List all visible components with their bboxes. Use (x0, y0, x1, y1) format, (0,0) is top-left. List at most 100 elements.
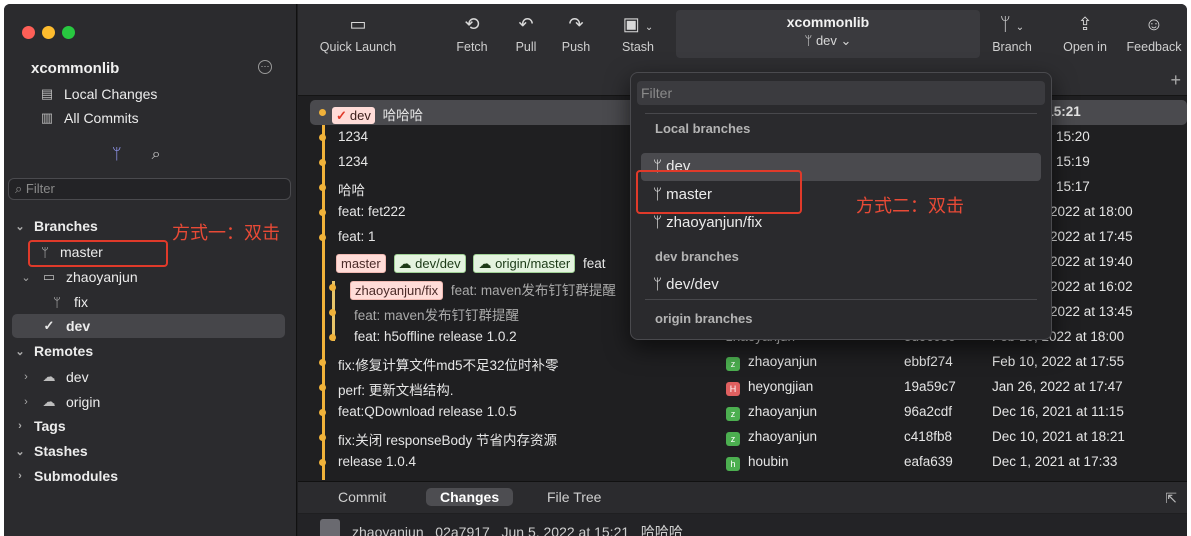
local-changes-item[interactable]: ▤ Local Changes (38, 82, 158, 106)
stash-button[interactable]: ▣ ⌄ Stash (616, 12, 660, 54)
search-icon: ⌕ (15, 181, 26, 196)
sidebar: xcommonlib ⋯ ▤ Local Changes ▥ All Commi… (4, 4, 297, 536)
branch-icon: ᛘ ⌄ (999, 14, 1025, 34)
divider (645, 113, 1037, 114)
tags-section[interactable]: › Tags (12, 414, 66, 438)
sidebar-remote-origin[interactable]: › ☁ origin (18, 390, 100, 414)
avatar: h (726, 457, 740, 471)
local-branches-header: Local branches (655, 121, 751, 136)
feedback-button[interactable]: ☺ Feedback (1124, 12, 1184, 54)
stash-icon: ▣ ⌄ (622, 14, 654, 34)
external-open-icon[interactable]: ⇱ (1165, 490, 1177, 507)
annotation-method-one: 方式一：双击 (172, 223, 280, 243)
commit-row[interactable]: feat:QDownload release 1.0.5 z zhaoyanjun… (298, 400, 1187, 425)
tab-file-tree[interactable]: File Tree (533, 488, 615, 506)
submodules-header: Submodules (34, 468, 119, 484)
current-branch-selector[interactable]: ᛘ dev ⌄ (676, 33, 980, 49)
open-in-button[interactable]: ⇪ Open in (1058, 12, 1112, 54)
dev-branches-header: dev branches (655, 249, 739, 264)
commit-dot (319, 234, 326, 241)
commit-dot (319, 159, 326, 166)
sidebar-filter-input[interactable]: ⌕ Filter (8, 178, 291, 200)
folder-icon: ▭ (42, 269, 56, 284)
branches-header: Branches (34, 218, 98, 234)
stashes-section[interactable]: ⌄ Stashes (12, 439, 88, 463)
dropdown-branch-dev-dev[interactable]: ᛘ dev/dev (641, 271, 1041, 299)
sidebar-remote-dev[interactable]: › ☁ dev (18, 365, 88, 389)
repo-name: xcommonlib (31, 60, 120, 77)
stashes-header: Stashes (34, 443, 88, 459)
branch-tag-origin-master: ☁ origin/master (473, 254, 576, 273)
repo-title-block[interactable]: xcommonlib ᛘ dev ⌄ (676, 10, 980, 58)
pull-icon: ↶ (518, 14, 534, 34)
chevron-down-icon: ⌄ (15, 445, 25, 458)
avatar: z (726, 357, 740, 371)
document-icon: ▤ (40, 86, 54, 101)
folder-zhaoyanjun-label: zhaoyanjun (66, 269, 138, 285)
zoom-window-button[interactable] (62, 26, 75, 39)
minimize-window-button[interactable] (42, 26, 55, 39)
commit-hash: 02a7917 (435, 524, 490, 536)
commit-row[interactable]: fix:修复计算文件md5不足32位时补零 z zhaoyanjun ebbf27… (298, 350, 1187, 375)
branch-button[interactable]: ᛘ ⌄ Branch (990, 12, 1034, 54)
tab-changes[interactable]: Changes (426, 488, 514, 506)
chevron-down-icon: ⌄ (15, 220, 25, 233)
chevron-right-icon: › (18, 470, 22, 482)
repo-menu-icon[interactable]: ⋯ (258, 60, 272, 74)
branch-tag-zhaoyanjun-fix: zhaoyanjun/fix (350, 281, 444, 300)
pull-button[interactable]: ↶ Pull (506, 12, 546, 54)
branch-icon[interactable]: ᛘ (112, 146, 122, 164)
remotes-section[interactable]: ⌄ Remotes (12, 339, 93, 363)
add-tab-icon[interactable]: + (1170, 70, 1181, 91)
quick-launch-button[interactable]: ▭ Quick Launch (316, 12, 400, 54)
commit-info-bar: zhaoyanjun 02a7917 Jun 5, 2022 at 15:21 … (298, 514, 1187, 536)
branch-tag-dev-dev: ☁ dev/dev (393, 254, 466, 273)
commit-dot (319, 184, 326, 191)
tags-header: Tags (34, 418, 66, 434)
commit-row[interactable]: perf: 更新文档结构. Hheyongjian 19a59c7 Jan 26… (298, 375, 1187, 400)
commit-dot (319, 134, 326, 141)
search-icon[interactable]: ⌕ (152, 146, 161, 164)
close-window-button[interactable] (22, 26, 35, 39)
push-icon: ↷ (568, 14, 584, 34)
branch-icon: ᛘ (653, 214, 667, 231)
push-button[interactable]: ↷ Push (556, 12, 596, 54)
smiley-icon: ☺ (1144, 14, 1164, 34)
cloud-remote-icon: ☁ (398, 256, 416, 271)
branch-icon: ᛘ (804, 33, 816, 48)
branch-filter-input[interactable]: Filter (637, 81, 1045, 105)
commit-dot (319, 109, 326, 116)
fetch-button[interactable]: ⟲ Fetch (452, 12, 492, 54)
avatar (320, 519, 340, 536)
sidebar-item-fix[interactable]: ᛘ fix (48, 290, 88, 314)
commit-row[interactable]: release 1.0.4 h houbin eafa639 Dec 1, 202… (298, 450, 1187, 475)
sidebar-item-dev[interactable]: ✓ dev (40, 314, 91, 338)
branch-tag-head: ✓ dev (332, 107, 375, 124)
window-icon: ▭ (349, 14, 367, 34)
avatar: H (726, 382, 740, 396)
app-window: xcommonlib ⋯ ▤ Local Changes ▥ All Commi… (4, 4, 1187, 536)
divider (645, 299, 1037, 300)
chevron-right-icon: › (18, 420, 22, 432)
chevron-right-icon: › (24, 371, 28, 383)
commit-dot (329, 334, 336, 341)
detail-tabs: Commit Changes File Tree ⇱ (298, 481, 1187, 513)
branches-section[interactable]: ⌄ Branches (12, 214, 98, 238)
fetch-icon: ⟲ (464, 14, 480, 34)
remote-origin-label: origin (66, 394, 101, 410)
all-commits-item[interactable]: ▥ All Commits (38, 106, 139, 130)
commit-dot (319, 459, 326, 466)
sidebar-folder-zhaoyanjun[interactable]: ⌄ ▭ zhaoyanjun (18, 265, 138, 289)
commit-row[interactable]: fix:关闭 responseBody 节省内存资源 z zhaoyanjun c… (298, 425, 1187, 450)
commit-dot (329, 309, 336, 316)
share-icon: ⇪ (1077, 14, 1093, 34)
submodules-section[interactable]: › Submodules (12, 464, 118, 488)
commit-date: Jun 5, 2022 at 15:21 (501, 524, 630, 536)
tab-commit[interactable]: Commit (324, 488, 400, 506)
chevron-down-icon: ⌄ (15, 345, 25, 358)
annotation-box-master (28, 240, 168, 267)
annotation-box-dropdown-master (636, 170, 802, 214)
cloud-remote-icon: ☁ (478, 256, 496, 271)
chevron-right-icon: › (24, 396, 28, 408)
chevron-down-icon: ⌄ (21, 271, 31, 284)
